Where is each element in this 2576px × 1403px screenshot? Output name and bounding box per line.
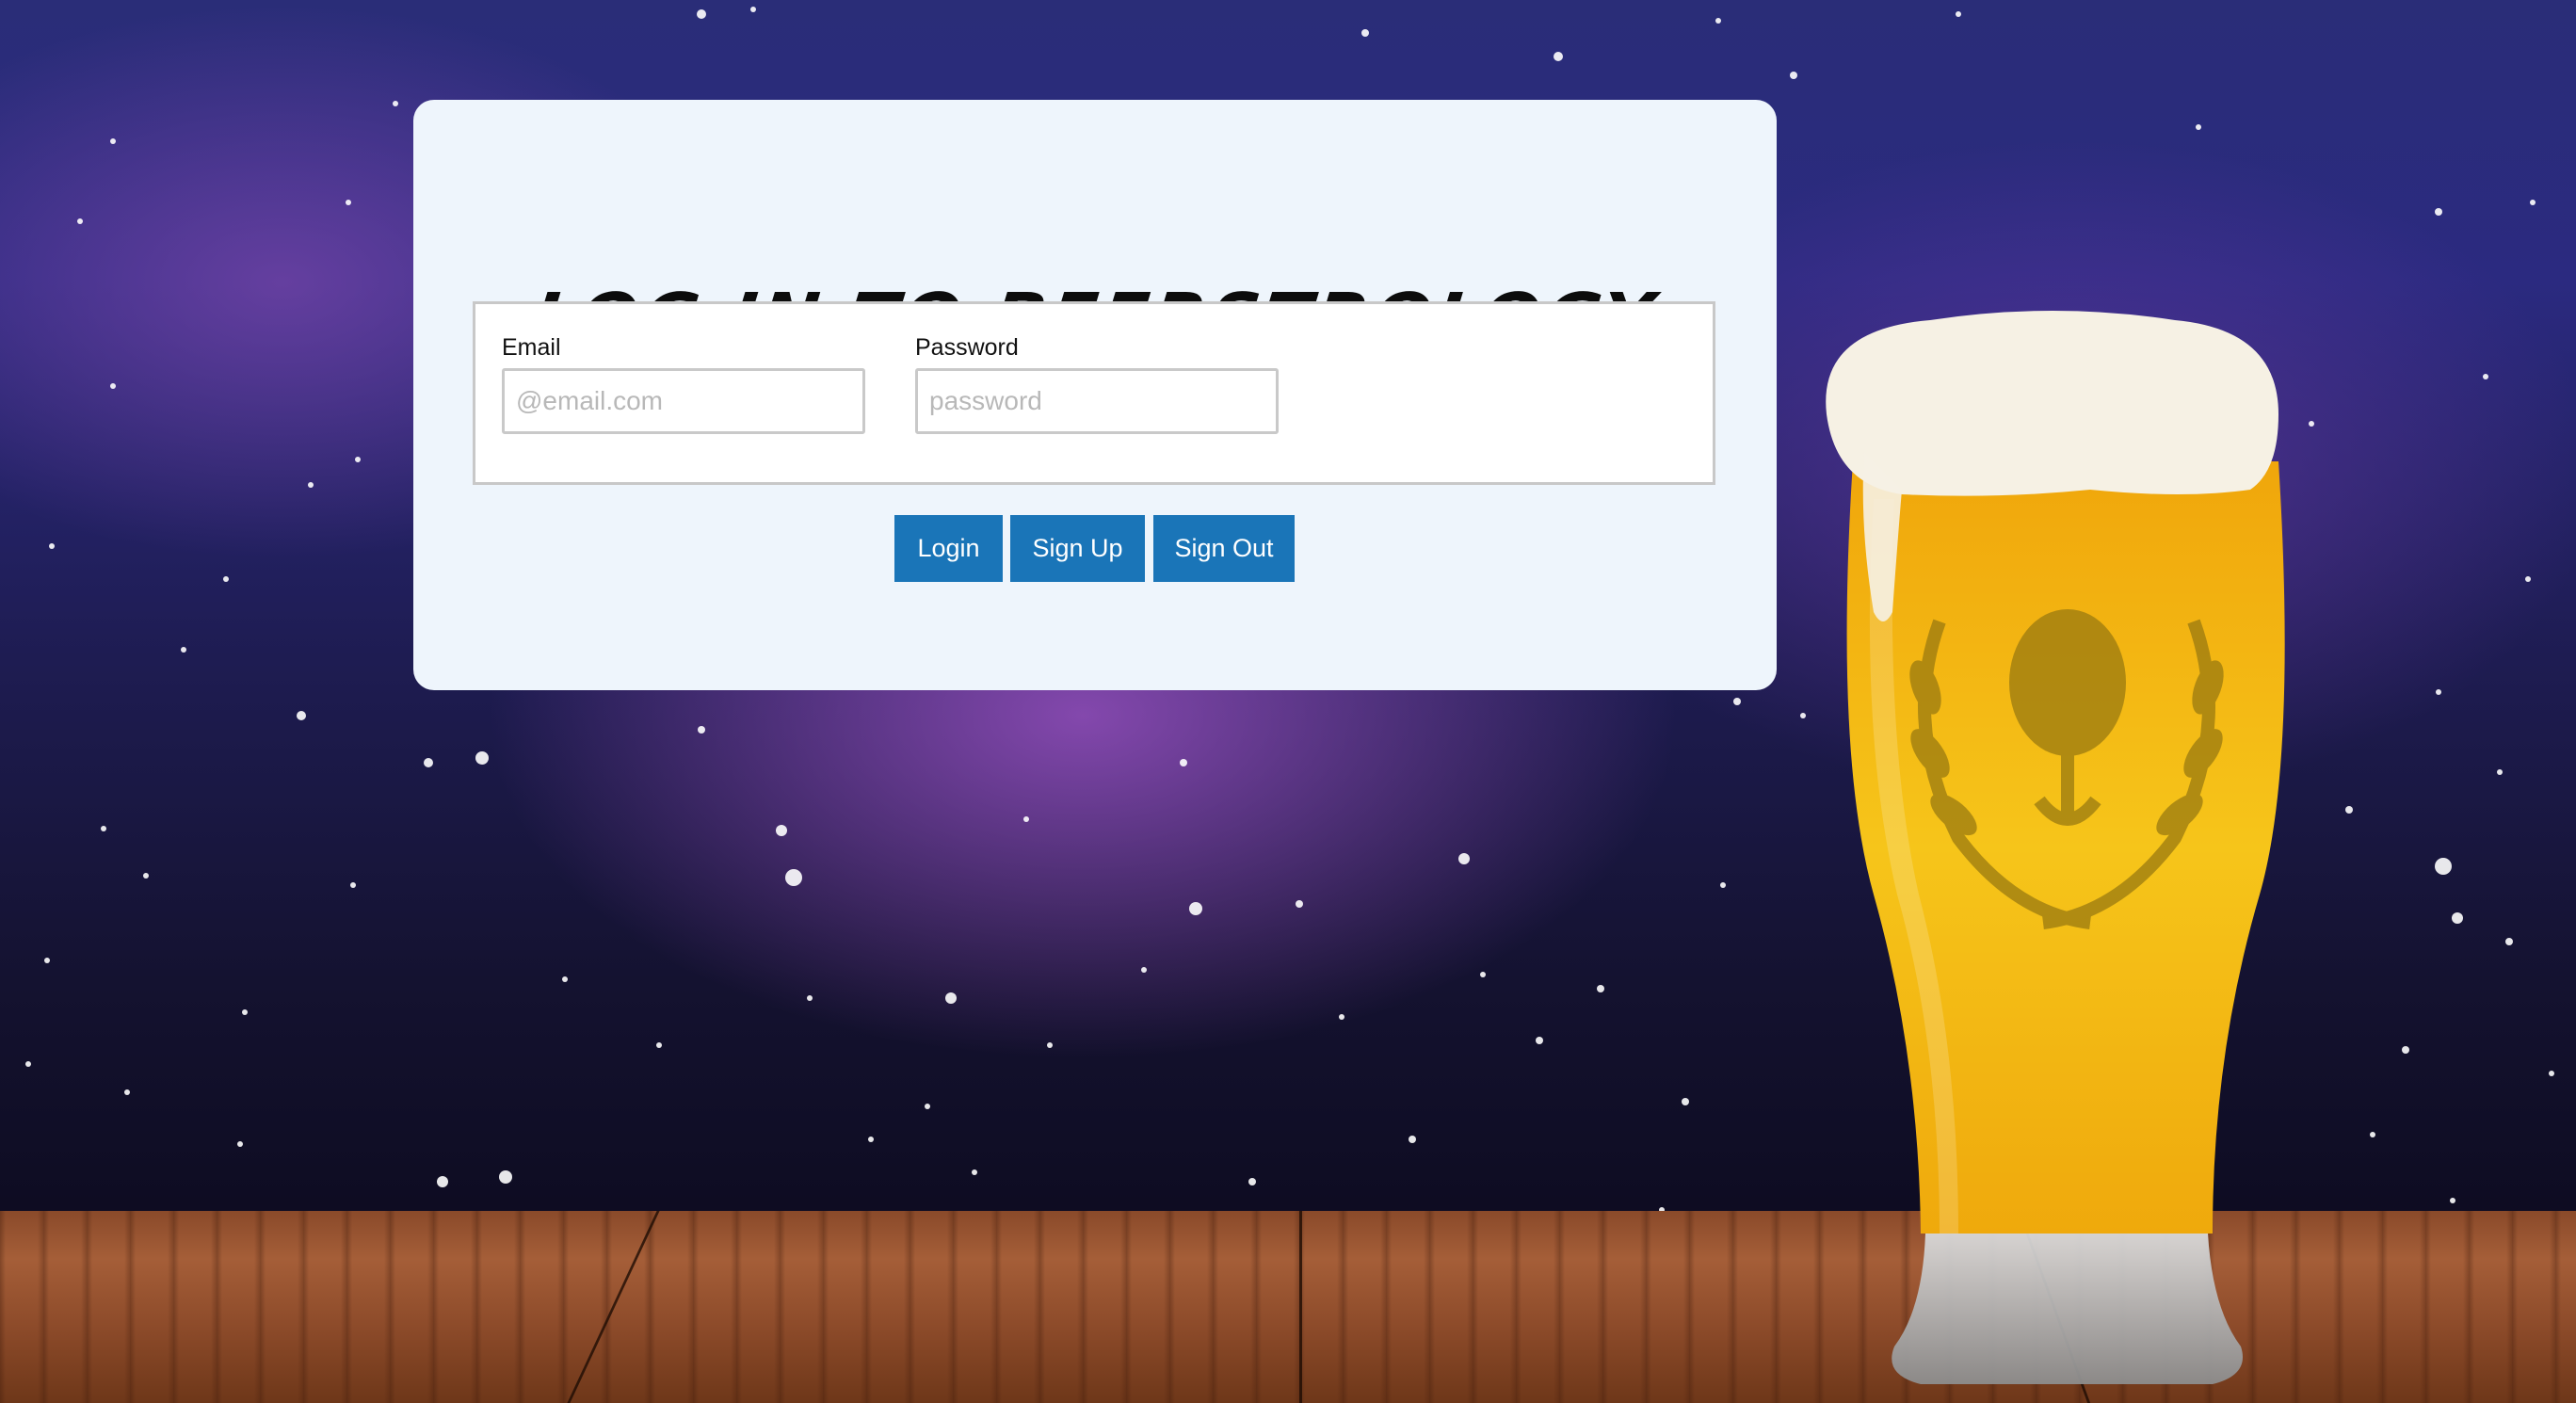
email-field[interactable]: [502, 368, 865, 434]
password-field[interactable]: [915, 368, 1279, 434]
email-label: Email: [502, 334, 561, 361]
login-form-fieldset: Email Password: [473, 301, 1715, 485]
sign-up-button[interactable]: Sign Up: [1010, 515, 1145, 582]
beer-glass-illustration: [1826, 311, 2285, 1384]
background-scene: LOG IN TO BEERSTROLOGY Email Password Lo…: [0, 0, 2576, 1403]
login-button[interactable]: Login: [894, 515, 1003, 582]
sign-out-button[interactable]: Sign Out: [1153, 515, 1295, 582]
password-label: Password: [915, 334, 1019, 361]
beer-glass-image: [1808, 311, 2297, 1403]
